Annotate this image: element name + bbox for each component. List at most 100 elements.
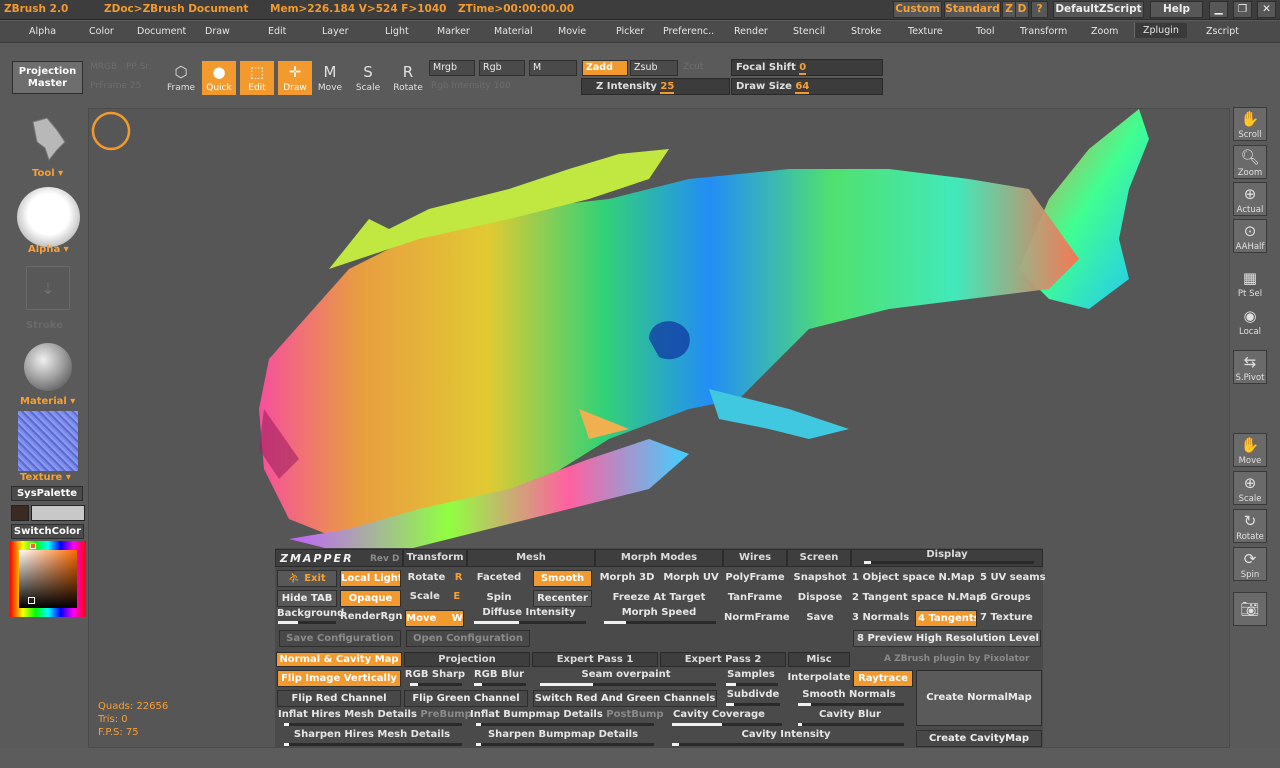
standard-button[interactable]: Standard [944,1,1001,18]
spin-button[interactable]: ⟳ Spin [1233,547,1267,581]
display-texture[interactable]: 7 Texture [980,612,1042,623]
sharpen-hires-mesh-slider[interactable]: Sharpen Hires Mesh Details [278,729,466,740]
save-button[interactable]: Save [790,612,850,623]
material-label[interactable]: Material ▾ [20,396,75,407]
draw-size-slider[interactable]: Draw Size 64 [731,78,883,95]
interpolate-button[interactable]: Interpolate [786,672,852,683]
menu-zscript[interactable]: Zscript [1206,26,1239,37]
display-tangents[interactable]: 4 Tangents [915,610,977,627]
menu-marker[interactable]: Marker [437,26,470,37]
menu-light[interactable]: Light [385,26,409,37]
syspalette-button[interactable]: SysPalette [11,486,83,501]
snapshot-button[interactable]: Snapshot [790,572,850,583]
menu-movie[interactable]: Movie [558,26,586,37]
display-tangent-space-nmap[interactable]: 2 Tangent space N.Map [852,592,983,603]
preview-high-resolution-level[interactable]: 8 Preview High Resolution Level [853,630,1041,647]
morph-3d-button[interactable]: Morph 3D [598,572,656,583]
aahalf-button[interactable]: ⊙ AAHalf [1233,219,1267,253]
move-button[interactable]: M Move [313,61,347,95]
mrgb-button[interactable]: Mrgb [429,60,475,76]
edit-button[interactable]: ⬚ Edit [240,61,274,95]
switchcolor-button[interactable]: SwitchColor [11,524,84,539]
focal-shift-slider[interactable]: Focal Shift 0 [731,59,883,76]
freeze-at-target-button[interactable]: Freeze At Target [598,592,720,603]
zadd-button[interactable]: Zadd [582,60,628,76]
primary-color-swatch[interactable] [31,505,85,521]
menu-tool[interactable]: Tool [976,26,994,37]
pt-sel-button[interactable]: ▦ Pt Sel [1233,266,1267,300]
material-thumbnail[interactable] [24,343,72,391]
menu-edit[interactable]: Edit [268,26,286,37]
morph-speed-bar[interactable] [604,621,716,624]
sharpen-bumpmap-bar[interactable] [476,743,654,746]
menu-zoom[interactable]: Zoom [1091,26,1118,37]
inflat-bumpmap-slider[interactable]: Inflat Bumpmap Details PostBump [470,709,664,720]
menu-zplugin[interactable]: Zplugin [1134,23,1187,38]
help-button[interactable]: Help [1150,1,1203,18]
rgb-blur-slider[interactable]: RGB Blur [468,669,530,680]
texture-label[interactable]: Texture ▾ [20,472,71,483]
rgb-button[interactable]: Rgb [479,60,525,76]
inflat-hires-bar[interactable] [284,723,462,726]
tab-projection[interactable]: Projection [404,652,530,667]
tool-label[interactable]: Tool ▾ [32,168,63,179]
cavity-coverage-bar[interactable] [672,723,782,726]
background-slider-bar[interactable] [278,621,336,624]
save-configuration-button[interactable]: Save Configuration [279,630,401,647]
projection-master-button[interactable]: Projection Master [12,61,83,94]
minimize-icon[interactable]: ▁ [1209,1,1228,18]
sharpen-hires-bar[interactable] [284,743,462,746]
inflat-hires-mesh-slider[interactable]: Inflat Hires Mesh Details PreBump [278,709,472,720]
menu-color[interactable]: Color [89,26,114,37]
s-pivot-button[interactable]: ⇆ S.Pivot [1233,350,1267,384]
m-button[interactable]: M [529,60,577,76]
scale-view-button[interactable]: ⊕ Scale [1233,471,1267,505]
cavity-blur-bar[interactable] [798,723,904,726]
cavity-blur-slider[interactable]: Cavity Blur [788,709,912,720]
draw-button[interactable]: ✛ Draw [278,61,312,95]
display-slider[interactable] [864,561,1034,564]
actual-button[interactable]: ⊕ Actual [1233,182,1267,216]
texture-thumbnail[interactable] [18,411,78,471]
alpha-label[interactable]: Alpha ▾ [28,244,69,255]
seam-overpaint-slider[interactable]: Seam overpaint [536,669,716,680]
faceted-button[interactable]: Faceted [472,572,526,583]
opaque-button[interactable]: Opaque [340,590,401,607]
background-slider[interactable]: Background [277,608,344,619]
switch-red-green-button[interactable]: Switch Red And Green Channels [533,690,717,707]
tab-expert-pass-1[interactable]: Expert Pass 1 [532,652,658,667]
menu-layer[interactable]: Layer [322,26,349,37]
sharpen-bumpmap-slider[interactable]: Sharpen Bumpmap Details [470,729,656,740]
smooth-button[interactable]: Smooth [533,570,592,587]
tab-expert-pass-2[interactable]: Expert Pass 2 [660,652,786,667]
morph-speed-slider[interactable]: Morph Speed [598,607,720,618]
menu-preferences[interactable]: Preferenc.. [663,26,714,37]
rotate-button[interactable]: R Rotate [391,61,425,95]
scale-button[interactable]: S Scale [351,61,385,95]
raytrace-button[interactable]: Raytrace [853,670,913,687]
tab-normal-cavity-map[interactable]: Normal & Cavity Map [276,652,402,667]
subdivide-bar[interactable] [726,703,780,706]
tanframe-button[interactable]: TanFrame [724,592,786,603]
spin-mesh-button[interactable]: Spin [472,592,526,603]
local-button[interactable]: ◉ Local [1233,304,1267,338]
diffuse-intensity-bar[interactable] [474,621,586,624]
menu-document[interactable]: Document [137,26,186,37]
menu-render[interactable]: Render [734,26,768,37]
display-object-space-nmap[interactable]: 1 Object space N.Map [852,572,976,583]
help-question-button[interactable]: ? [1031,1,1048,18]
create-cavitymap-button[interactable]: Create CavityMap [916,730,1042,747]
secondary-color-swatch[interactable] [11,505,29,521]
default-zscript-button[interactable]: DefaultZScript [1053,1,1144,18]
inflat-bumpmap-bar[interactable] [476,723,654,726]
menu-picker[interactable]: Picker [616,26,644,37]
cavity-intensity-bar[interactable] [672,743,904,746]
smooth-normals-slider[interactable]: Smooth Normals [788,689,910,700]
zsub-button[interactable]: Zsub [630,60,678,76]
scale-transform[interactable]: Scale E [406,591,464,602]
tab-misc[interactable]: Misc [788,652,850,667]
normframe-button[interactable]: NormFrame [724,612,790,623]
flip-image-vertically-button[interactable]: Flip Image Vertically [277,670,401,687]
z-button[interactable]: Z [1002,1,1016,18]
z-intensity-slider[interactable]: Z Intensity 25 [581,78,730,95]
